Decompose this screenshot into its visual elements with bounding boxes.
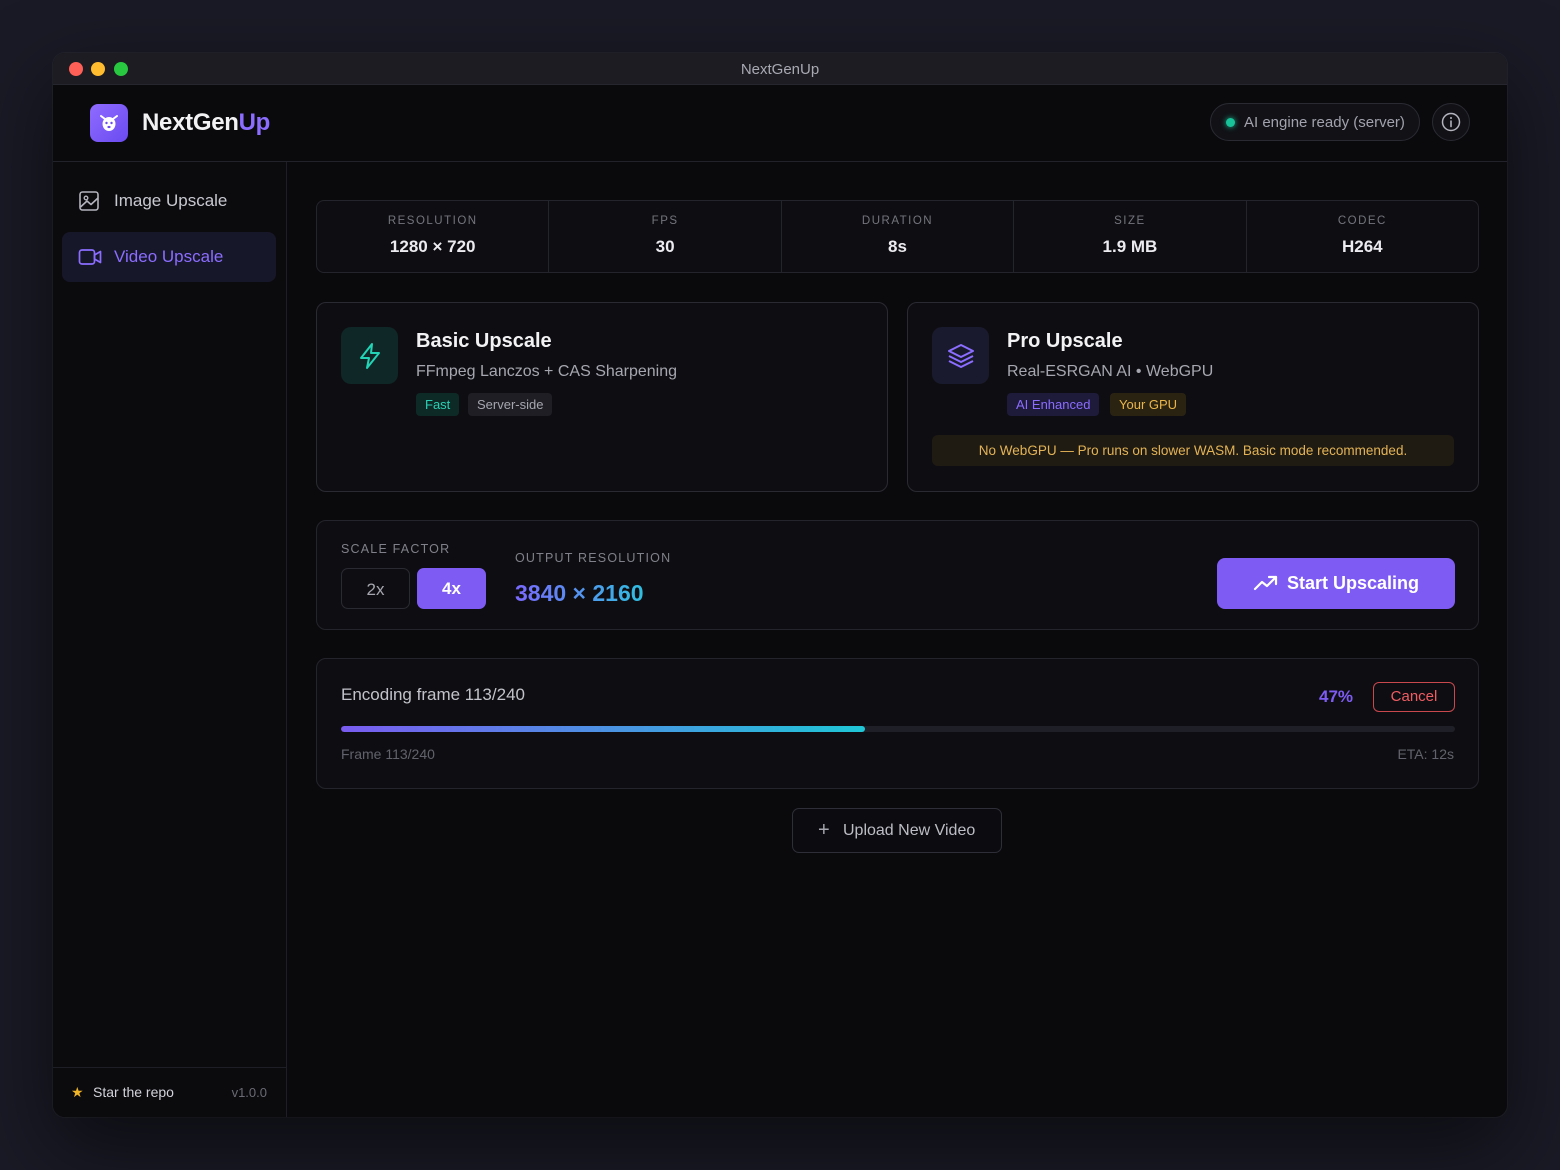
stat-value: 1.9 MB: [1102, 237, 1158, 256]
sidebar-item-image-upscale[interactable]: Image Upscale: [62, 176, 276, 226]
output-resolution-label: OUTPUT RESOLUTION: [515, 551, 672, 565]
stat-key: CODEC: [1337, 215, 1387, 227]
encoding-status: Encoding frame 113/240: [341, 685, 525, 704]
scale-4x-button[interactable]: 4x: [417, 568, 486, 609]
sidebar-footer: ★ Star the repo v1.0.0: [53, 1067, 286, 1117]
image-icon: [79, 191, 99, 211]
tag-ai-enhanced: AI Enhanced: [1007, 393, 1100, 416]
upload-label: Upload New Video: [843, 822, 976, 839]
app-logo: [90, 104, 128, 142]
progress-percent: 47%: [1319, 687, 1354, 706]
lightning-icon: [360, 343, 380, 369]
webgpu-warning: No WebGPU — Pro runs on slower WASM. Bas…: [932, 435, 1454, 466]
status-text: AI engine ready (server): [1244, 114, 1405, 131]
stat-key: FPS: [651, 215, 679, 227]
stat-value: 30: [655, 237, 675, 256]
card-subtitle: FFmpeg Lanczos + CAS Sharpening: [416, 363, 678, 380]
stat-value: 8s: [888, 237, 907, 256]
card-title: Basic Upscale: [416, 330, 552, 352]
card-subtitle: Real-ESRGAN AI • WebGPU: [1007, 363, 1214, 380]
upload-new-video-button[interactable]: + Upload New Video: [792, 808, 1002, 853]
app-header: NextGenUp AI engine ready (server): [53, 85, 1507, 162]
scale-factor-label: SCALE FACTOR: [341, 542, 451, 556]
video-camera-icon: [78, 249, 102, 265]
basic-mode-icon-box: [341, 327, 398, 384]
progress-bar-fill: [341, 726, 865, 732]
app-window: NextGenUp NextGenUp AI engine ready (ser…: [53, 53, 1507, 1117]
stat-size: SIZE 1.9 MB: [1014, 201, 1247, 272]
start-upscaling-button[interactable]: Start Upscaling: [1217, 558, 1455, 609]
sidebar-item-video-upscale[interactable]: Video Upscale: [62, 232, 276, 282]
scale-2x-button[interactable]: 2x: [341, 568, 410, 609]
pro-upscale-card[interactable]: Pro Upscale Real-ESRGAN AI • WebGPU AI E…: [907, 302, 1479, 492]
output-resolution-value: 3840 × 2160: [515, 580, 644, 606]
start-upscaling-label: Start Upscaling: [1287, 573, 1420, 593]
tag-server-side: Server-side: [468, 393, 553, 416]
sidebar-item-label: Image Upscale: [114, 191, 228, 210]
cancel-button[interactable]: Cancel: [1373, 682, 1455, 712]
status-indicator-dot: [1226, 118, 1235, 127]
video-stats-bar: RESOLUTION 1280 × 720 FPS 30 DURATION 8s…: [316, 200, 1479, 273]
plus-icon: +: [818, 819, 830, 841]
info-button[interactable]: [1432, 103, 1470, 141]
stat-fps: FPS 30: [549, 201, 782, 272]
frame-counter: Frame 113/240: [341, 746, 435, 762]
stat-key: SIZE: [1114, 215, 1146, 227]
version-label: v1.0.0: [231, 1085, 267, 1100]
stat-codec: CODEC H264: [1247, 201, 1478, 272]
stat-resolution: RESOLUTION 1280 × 720: [317, 201, 550, 272]
progress-panel: Encoding frame 113/240 47% Cancel Frame …: [316, 658, 1479, 789]
pro-mode-icon-box: [932, 327, 989, 384]
stat-value: 1280 × 720: [389, 237, 476, 256]
brand-name: NextGenUp: [142, 109, 271, 136]
scale-panel: SCALE FACTOR 2x 4x OUTPUT RESOLUTION 384…: [316, 520, 1479, 630]
eta-label: ETA: 12s: [1397, 746, 1454, 762]
stat-value: H264: [1342, 237, 1383, 256]
ai-status-badge: AI engine ready (server): [1210, 103, 1420, 141]
layers-icon: [948, 344, 974, 368]
tag-your-gpu: Your GPU: [1110, 393, 1187, 416]
tag-fast: Fast: [416, 393, 460, 416]
trending-up-icon: [1253, 575, 1278, 591]
sidebar: Image Upscale Video Upscale ★ Star the r…: [53, 162, 287, 1117]
progress-bar: [341, 726, 1455, 732]
basic-upscale-card[interactable]: Basic Upscale FFmpeg Lanczos + CAS Sharp…: [316, 302, 888, 492]
stat-key: RESOLUTION: [387, 215, 478, 227]
stat-duration: DURATION 8s: [782, 201, 1015, 272]
stat-key: DURATION: [861, 215, 934, 227]
star-repo-link[interactable]: Star the repo: [93, 1084, 174, 1100]
info-icon: [1441, 112, 1461, 132]
star-icon[interactable]: ★: [71, 1084, 84, 1101]
card-title: Pro Upscale: [1007, 330, 1123, 352]
sidebar-item-label: Video Upscale: [114, 247, 224, 266]
title-bar: NextGenUp: [53, 53, 1507, 85]
dog-face-icon: [100, 115, 118, 131]
window-title: NextGenUp: [740, 61, 820, 78]
